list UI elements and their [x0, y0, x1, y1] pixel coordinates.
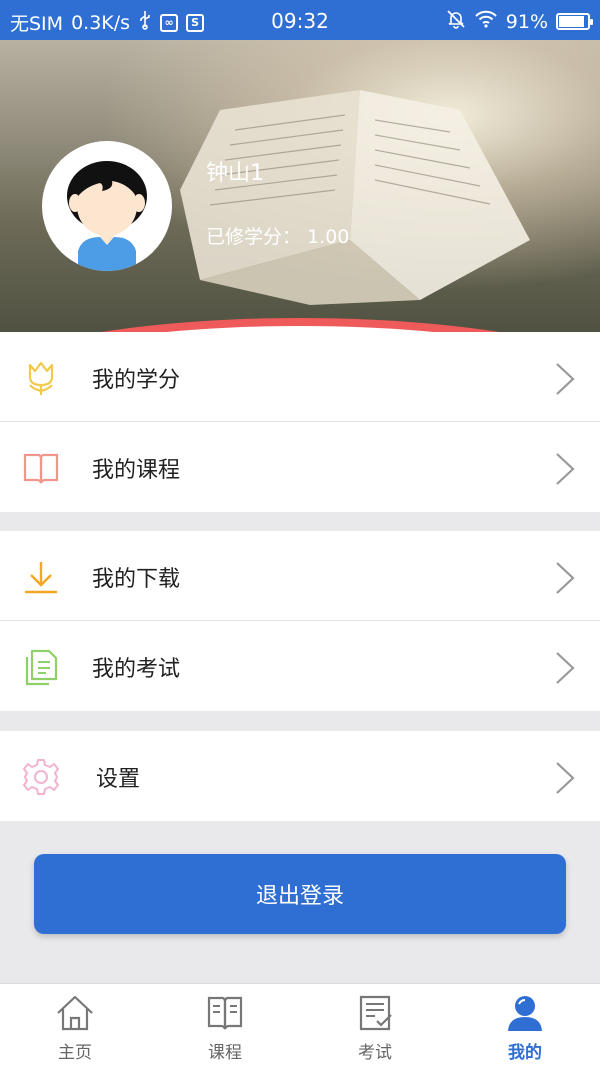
menu-group-3: 设置	[0, 731, 600, 821]
nav-label: 考试	[358, 1043, 392, 1063]
menu-item-settings[interactable]: 设置	[0, 731, 600, 821]
nav-tab-exams[interactable]: 考试	[300, 984, 450, 1067]
profile-header: 钟山1 已修学分： 1.00	[0, 40, 600, 340]
menu-item-label: 设置	[96, 767, 141, 792]
earned-credits-value: 1.00	[307, 226, 350, 248]
nav-label: 课程	[208, 1043, 242, 1063]
chevron-right-icon	[556, 562, 575, 594]
battery-fill	[559, 16, 585, 27]
wifi-icon	[474, 9, 498, 34]
menu-item-my-credits[interactable]: 我的学分	[0, 332, 600, 422]
logout-button[interactable]: 退出登录	[34, 854, 566, 934]
user-icon	[508, 996, 542, 1031]
tulip-icon	[28, 361, 54, 395]
nav-label: 主页	[58, 1043, 92, 1063]
menu-item-my-exams[interactable]: 我的考试	[0, 621, 600, 711]
mute-bell-icon	[446, 9, 466, 34]
avatar-icon	[67, 161, 147, 271]
avatar[interactable]	[42, 141, 172, 271]
chevron-right-icon	[556, 363, 575, 395]
exam-icon	[359, 995, 392, 1031]
open-book-icon	[207, 996, 243, 1030]
battery-percent: 91%	[505, 10, 548, 33]
download-icon	[25, 562, 57, 594]
earned-credits: 已修学分： 1.00	[206, 222, 349, 249]
chevron-right-icon	[556, 453, 575, 485]
home-icon	[57, 995, 93, 1031]
menu-item-label: 我的课程	[92, 458, 181, 483]
book-icon	[23, 453, 59, 484]
chevron-right-icon	[556, 762, 575, 794]
menu-item-label: 我的学分	[92, 368, 181, 393]
user-name: 钟山1	[206, 161, 264, 186]
gear-icon	[23, 759, 59, 795]
document-icon	[25, 649, 58, 686]
nav-tab-home[interactable]: 主页	[0, 984, 150, 1067]
status-bar: 无SIM 0.3K/s ∞ S 09:32 91%	[0, 0, 600, 40]
menu-item-my-courses[interactable]: 我的课程	[0, 422, 600, 512]
nav-label: 我的	[508, 1043, 542, 1063]
menu-item-label: 我的下载	[92, 567, 181, 592]
menu-group-1: 我的学分 我的课程	[0, 332, 600, 512]
nav-tab-courses[interactable]: 课程	[150, 984, 300, 1067]
menu-item-label: 我的考试	[92, 657, 181, 682]
menu-item-my-downloads[interactable]: 我的下载	[0, 531, 600, 621]
battery-icon	[556, 13, 593, 30]
book-background-image	[180, 90, 530, 305]
earned-credits-label: 已修学分：	[206, 226, 302, 248]
chevron-right-icon	[556, 652, 575, 684]
nav-tab-mine[interactable]: 我的	[450, 984, 600, 1067]
menu-group-2: 我的下载 我的考试	[0, 531, 600, 711]
bottom-navigation: 主页 课程 考试 我的	[0, 983, 600, 1067]
